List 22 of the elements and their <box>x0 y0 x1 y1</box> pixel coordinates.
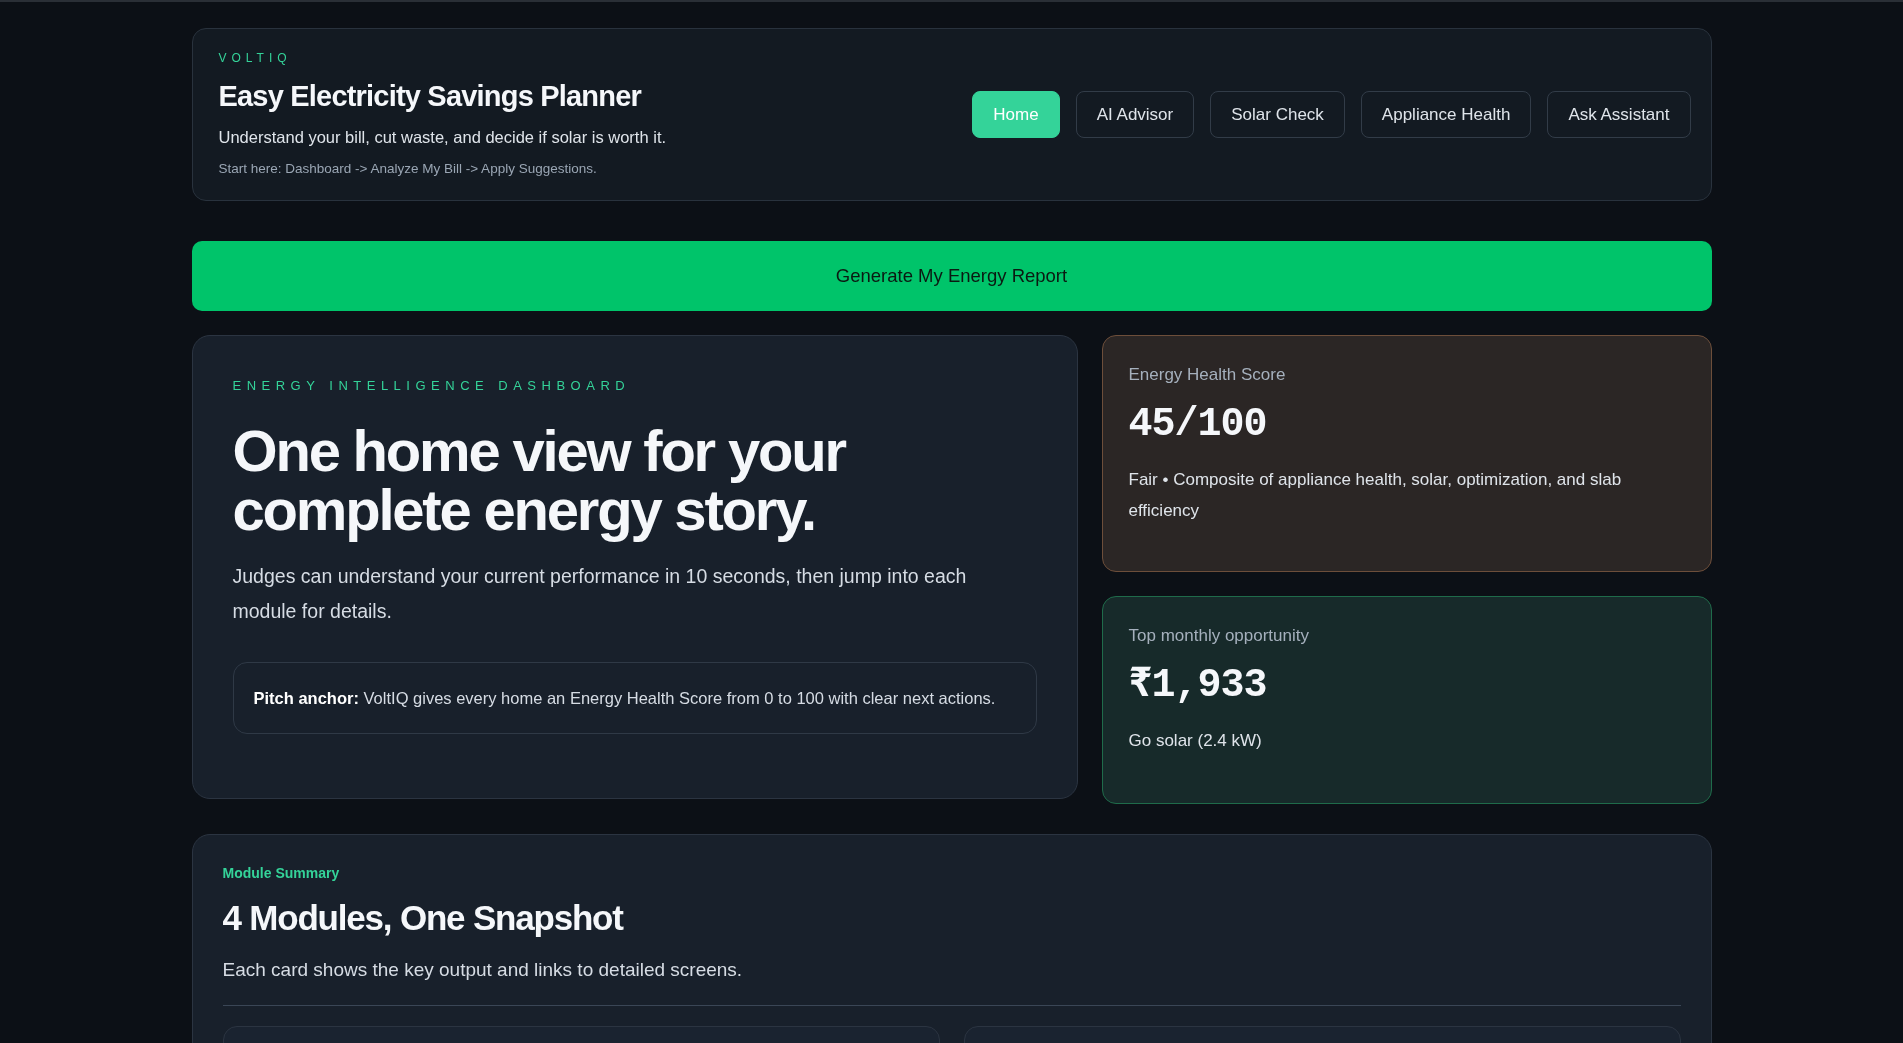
nav-tab[interactable]: AI Advisor <box>1075 90 1195 138</box>
stat-value: ₹1,933 <box>1128 662 1268 710</box>
hero-description: Judges can understand your current performance in 10 seconds, then jump into each module for details. <box>232 564 968 625</box>
summary-description: Each card shows the key output and links to detailed screens. <box>222 958 744 982</box>
nav-tab[interactable]: Ask Assistant <box>1547 90 1691 138</box>
nav-tab[interactable]: Solar Check <box>1210 90 1345 138</box>
nav-tab[interactable]: Appliance Health <box>1360 90 1532 138</box>
app-subtitle: Understand your bill, cut waste, and decide if solar is worth it. <box>218 126 667 148</box>
generate-report-button[interactable]: Generate My Energy Report <box>191 240 1712 311</box>
hero-headline: One home view for your complete energy story. <box>232 421 847 540</box>
stat-label: Top monthly opportunity <box>1128 624 1310 647</box>
stat-label: Energy Health Score <box>1128 363 1287 386</box>
brand-name: VOLTIQ <box>218 50 293 67</box>
start-hint: Start here: Dashboard -> Analyze My Bill -> Apply Suggestions. <box>218 160 598 179</box>
stat-detail: Fair • Composite of appliance health, solar, optimization, and slab efficiency <box>1128 469 1623 522</box>
pitch-anchor-note: Pitch anchor: VoltIQ gives every home an Energy Health Score from 0 to 100 with clear next actions. <box>232 661 1037 734</box>
stat-detail: Go solar (2.4 kW) <box>1128 730 1263 752</box>
stat-value: 45/100 <box>1128 401 1268 449</box>
summary-kicker: Module Summary <box>222 863 341 883</box>
dashboard-kicker: ENERGY INTELLIGENCE DASHBOARD <box>232 376 632 395</box>
summary-title: 4 Modules, One Snapshot <box>222 896 625 939</box>
app-title: Easy Electricity Savings Planner <box>218 79 643 114</box>
